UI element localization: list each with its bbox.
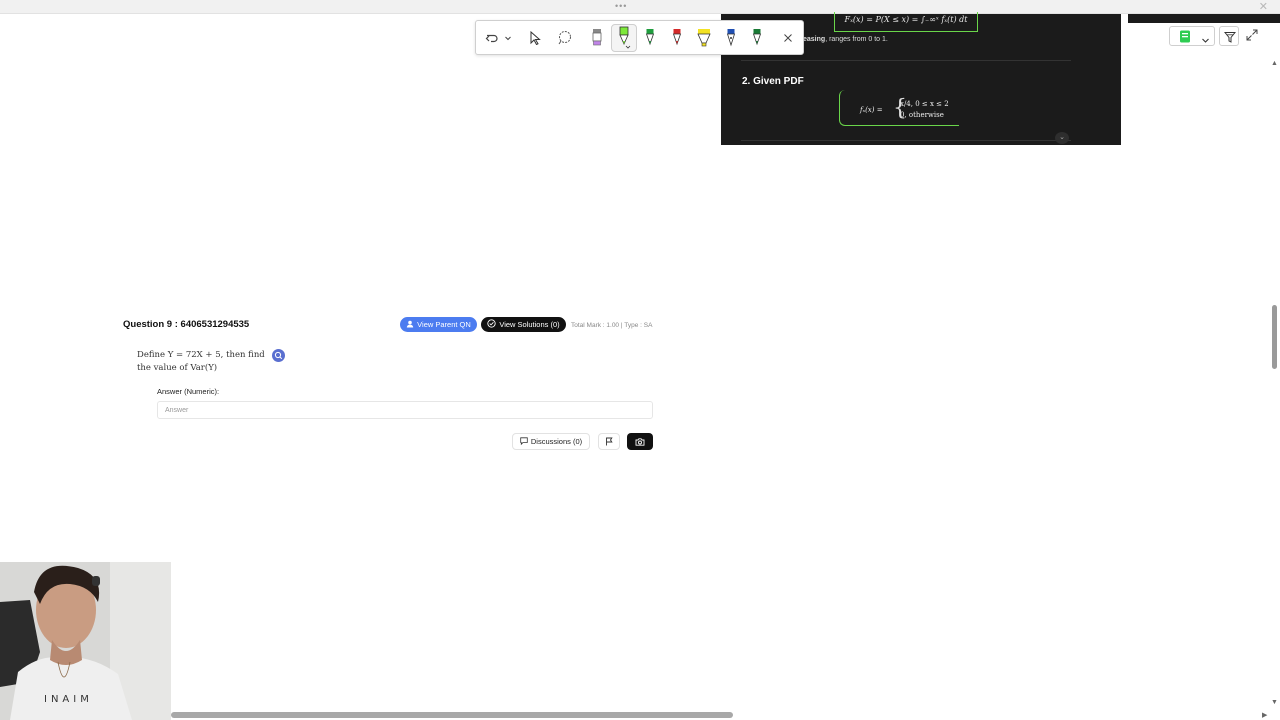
zoom-icon[interactable] [272,349,285,362]
question-meta: Total Mark : 1.00 | Type : SA [571,322,653,329]
undo-icon[interactable] [484,27,500,49]
scroll-up-icon[interactable]: ▲ [1271,60,1278,67]
shirt-print: INAIM [44,694,93,705]
pen-lime-icon[interactable] [611,24,637,52]
question-line-2: the value of Var(Y) [137,362,218,373]
pen-darkgreen-icon[interactable] [749,27,765,49]
divider [741,140,1071,141]
answer-input[interactable] [157,401,653,419]
filter-button[interactable] [1219,26,1239,46]
pdf-lhs: fₓ(x) = [860,106,883,114]
camera-button[interactable] [627,433,653,450]
pointer-icon[interactable] [526,27,544,49]
divider [741,60,1071,61]
highlighter-purple-icon[interactable] [588,27,606,49]
answer-label: Answer (Numeric): [157,387,220,396]
undo-dropdown-icon[interactable] [503,27,513,49]
scroll-down-icon[interactable]: ▼ [1271,699,1278,706]
question-title: Question 9 : 6406531294535 [123,319,250,330]
annotation-toolbar [475,20,804,55]
dark-header-tab [1128,14,1280,23]
chat-icon [520,436,528,447]
notebook-icon [1179,30,1191,48]
window-close-icon[interactable]: ✕ [1259,0,1268,13]
view-solutions-button[interactable]: View Solutions (0) [481,317,566,332]
view-solutions-label: View Solutions (0) [499,320,560,329]
user-icon [406,320,414,330]
solution-text-line: easing, ranges from 0 to 1. [803,36,888,43]
webcam-overlay: INAIM [0,562,171,720]
section-title: 2. Given PDF [742,76,804,87]
expand-icon[interactable] [1245,28,1261,44]
view-parent-button[interactable]: View Parent QN [400,317,477,332]
view-parent-label: View Parent QN [417,320,471,329]
pen-green-icon[interactable] [642,27,658,49]
fountain-pen-blue-icon[interactable] [723,27,739,49]
pdf-row-1: x/4, 0 ≤ x ≤ 2 [900,100,949,108]
collapse-button[interactable]: ⌄ [1055,132,1069,144]
notebook-selector[interactable] [1169,26,1215,46]
discussions-button[interactable]: Discussions (0) [512,433,590,450]
discussions-label: Discussions (0) [530,437,583,446]
pen-red-icon[interactable] [669,27,685,49]
scroll-right-icon[interactable]: ▶ [1262,711,1267,719]
solution-text-rest: , ranges from 0 to 1. [825,36,888,43]
chevron-down-icon [1201,32,1210,50]
vertical-scrollbar-thumb[interactable] [1272,305,1277,369]
horizontal-scrollbar-thumb[interactable] [171,712,733,718]
flag-icon [605,433,613,451]
solution-text-bold: easing [803,36,826,43]
flag-button[interactable] [598,433,620,450]
window-grabber[interactable]: ••• [615,1,627,11]
filter-icon [1223,30,1237,48]
check-circle-icon [487,319,496,330]
highlighter-yellow-icon[interactable] [694,27,714,49]
pdf-row-2: 0, otherwise [900,111,944,119]
question-body: Define Y = 72X + 5, then find the value … [137,349,277,374]
lasso-icon[interactable] [556,27,574,49]
window-top-strip: ••• ✕ [0,0,1280,14]
camera-icon [635,433,645,451]
toolbar-close-icon[interactable] [780,27,796,49]
question-line-1: Define Y = 72X + 5, then find [137,350,265,360]
cdf-formula: Fₓ(x) = P(X ≤ x) = ∫₋∞ˣ fₓ(t) dt [834,12,978,32]
chevron-down-icon: ⌄ [1059,134,1065,141]
